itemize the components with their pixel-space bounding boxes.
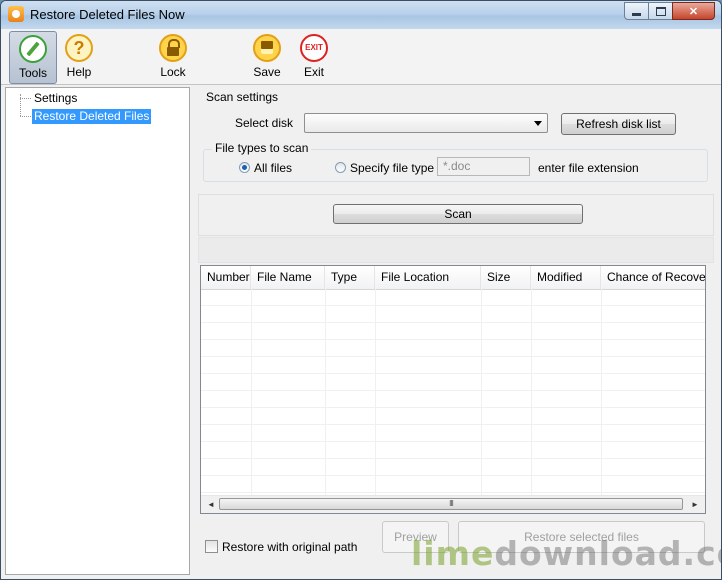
file-extension-hint: enter file extension	[538, 161, 639, 175]
empty-row	[201, 391, 705, 408]
restore-original-path-label: Restore with original path	[222, 540, 358, 554]
empty-row	[201, 289, 705, 306]
select-disk-label: Select disk	[235, 116, 294, 130]
column-divider	[375, 289, 376, 496]
empty-row	[201, 408, 705, 425]
toolbar: Tools ? Help Lock Save EXIT Exit	[1, 29, 721, 85]
column-header-chance-of-recovery[interactable]: Chance of Recovery	[601, 266, 705, 289]
column-header-number[interactable]: Number	[201, 266, 251, 289]
all-files-label: All files	[254, 161, 293, 175]
refresh-disk-list-button[interactable]: Refresh disk list	[561, 113, 676, 135]
app-icon	[8, 6, 24, 22]
empty-row	[201, 374, 705, 391]
title-bar[interactable]: Restore Deleted Files Now ✕	[1, 1, 721, 29]
column-header-type[interactable]: Type	[325, 266, 375, 289]
specify-file-type-label: Specify file type	[350, 161, 435, 175]
pencil-icon	[19, 35, 47, 63]
table-body[interactable]	[201, 289, 705, 496]
minimize-button[interactable]	[624, 2, 649, 20]
column-header-file-name[interactable]: File Name	[251, 266, 325, 289]
empty-row	[201, 459, 705, 476]
floppy-icon	[253, 34, 281, 62]
empty-row	[201, 306, 705, 323]
exit-label: Exit	[303, 65, 324, 79]
scrollbar-thumb[interactable]: III	[219, 498, 683, 510]
tree-connector	[20, 116, 31, 117]
column-header-file-location[interactable]: File Location	[375, 266, 481, 289]
restore-original-path-checkbox[interactable]	[205, 540, 218, 553]
exit-icon: EXIT	[300, 34, 328, 62]
watermark-logo: limedownload.com	[411, 534, 721, 573]
lock-label: Lock	[160, 65, 186, 79]
empty-row	[201, 340, 705, 357]
empty-row	[201, 425, 705, 442]
watermark-part-2: download.com	[494, 534, 721, 573]
lock-button[interactable]: Lock	[153, 31, 193, 82]
help-icon: ?	[65, 34, 93, 62]
empty-row	[201, 476, 705, 493]
column-divider	[601, 289, 602, 496]
app-window: Restore Deleted Files Now ✕ Tools ? Help…	[0, 0, 722, 580]
scan-settings-title: Scan settings	[206, 90, 279, 104]
lock-icon	[159, 34, 187, 62]
column-divider	[325, 289, 326, 496]
empty-row	[201, 442, 705, 459]
tools-label: Tools	[18, 66, 47, 80]
empty-row	[201, 357, 705, 374]
watermark-part-1: lime	[411, 534, 495, 573]
close-button[interactable]: ✕	[672, 2, 715, 20]
column-header-size[interactable]: Size	[481, 266, 531, 289]
select-disk-dropdown[interactable]	[304, 113, 548, 133]
save-button[interactable]: Save	[247, 31, 287, 82]
table-header: Number File Name Type File Location Size…	[201, 266, 705, 290]
specify-file-type-radio[interactable]	[335, 162, 346, 173]
pane-splitter[interactable]	[190, 87, 195, 575]
help-label: Help	[66, 65, 92, 79]
all-files-radio[interactable]	[239, 162, 250, 173]
scroll-right-icon[interactable]: ►	[687, 499, 703, 510]
results-table: Number File Name Type File Location Size…	[200, 265, 706, 514]
column-divider	[481, 289, 482, 496]
tools-button[interactable]: Tools	[9, 31, 57, 84]
maximize-button[interactable]	[648, 2, 673, 20]
tree-item-restore-deleted-files[interactable]: Restore Deleted Files	[32, 109, 152, 124]
status-strip	[198, 237, 714, 263]
empty-row	[201, 323, 705, 340]
scan-button[interactable]: Scan	[333, 204, 583, 224]
window-title: Restore Deleted Files Now	[30, 7, 185, 22]
scroll-left-icon[interactable]: ◄	[203, 499, 219, 510]
navigation-tree: Settings Restore Deleted Files	[5, 87, 190, 575]
save-label: Save	[253, 65, 281, 79]
help-button[interactable]: ? Help	[59, 31, 99, 82]
column-header-modified[interactable]: Modified	[531, 266, 601, 289]
file-extension-input[interactable]: *.doc	[437, 157, 530, 176]
file-types-title: File types to scan	[212, 141, 312, 155]
column-divider	[531, 289, 532, 496]
column-divider	[251, 289, 252, 496]
tree-connector	[20, 98, 31, 99]
exit-button[interactable]: EXIT Exit	[295, 31, 333, 82]
tree-item-settings[interactable]: Settings	[32, 91, 79, 106]
horizontal-scrollbar[interactable]: ◄ III ►	[201, 495, 705, 513]
